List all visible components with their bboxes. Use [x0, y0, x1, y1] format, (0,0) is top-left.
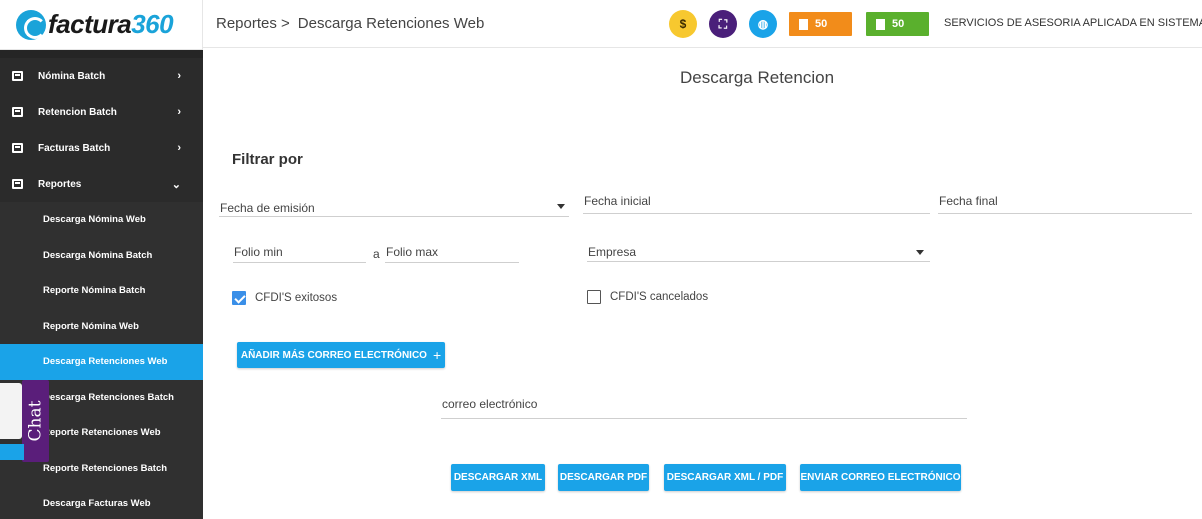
orange-counter-badge[interactable]: 50 [789, 12, 852, 36]
download-xml-pdf-label: DESCARGAR XML / PDF [666, 472, 784, 483]
chevron-right-icon: › [177, 142, 181, 154]
folio-max-input[interactable]: Folio max [385, 243, 519, 263]
download-xml-label: DESCARGAR XML [453, 472, 543, 483]
list-icon [12, 71, 23, 81]
sidebar-subitem-label: Reporte Retenciones Web [43, 427, 161, 439]
list-icon [12, 143, 23, 153]
green-counter-value: 50 [892, 18, 905, 30]
download-pdf-label: DESCARGAR PDF [559, 472, 648, 483]
sidebar-item-label: Facturas Batch [38, 142, 111, 154]
sidebar-subitem-descarga-nomina-web[interactable]: Descarga Nómina Web [0, 202, 203, 238]
sidebar-subitem-label: Descarga Retenciones Batch [43, 391, 174, 403]
brand-logo[interactable]: factura360 [0, 0, 203, 50]
start-date-input[interactable]: Fecha inicial [583, 191, 930, 214]
chat-widget-button[interactable] [0, 444, 24, 460]
start-date-label: Fecha inicial [584, 194, 651, 208]
send-email-button[interactable]: ENVIAR CORREO ELECTRÓNICO [800, 464, 961, 491]
cancelled-checkbox-label: CFDI'S cancelados [610, 291, 709, 303]
add-email-button[interactable]: AÑADIR MÁS CORREO ELECTRÓNICO + [237, 342, 445, 368]
sidebar-subitem-label: Descarga Retenciones Web [43, 356, 168, 368]
logo-mark-icon [16, 9, 46, 40]
sidebar-subitem-label: Descarga Nómina Batch [43, 249, 153, 261]
sidebar-item-label: Nómina Batch [38, 70, 106, 82]
logo-text: factura360 [48, 9, 174, 39]
download-pdf-button[interactable]: DESCARGAR PDF [558, 464, 649, 491]
company-name[interactable]: SERVICIOS DE ASESORIA APLICADA EN SISTEM… [944, 17, 1202, 29]
download-xml-button[interactable]: DESCARGAR XML [451, 464, 545, 491]
end-date-label: Fecha final [939, 194, 998, 208]
sidebar-subitem-label: Descarga Nómina Web [43, 214, 146, 226]
sidebar-subitem-descarga-nomina-batch[interactable]: Descarga Nómina Batch [0, 237, 203, 273]
add-email-label: AÑADIR MÁS CORREO ELECTRÓNICO [240, 349, 427, 361]
sidebar-item-label: Reportes [38, 178, 82, 190]
sidebar-item-facturas-batch[interactable]: Facturas Batch › [0, 130, 203, 166]
sidebar-subitem-descarga-facturas-web[interactable]: Descarga Facturas Web [0, 486, 203, 519]
company-select-value: Empresa [588, 245, 637, 259]
folio-separator: a [373, 247, 380, 261]
sidebar-subitem-reporte-nomina-web[interactable]: Reporte Nómina Web [0, 308, 203, 344]
checkbox-unchecked-icon [587, 290, 601, 304]
sidebar-subitem-label: Reporte Retenciones Batch [43, 462, 168, 474]
dropdown-caret-icon [916, 250, 924, 255]
dropdown-caret-icon [557, 204, 565, 209]
sidebar-item-retencion-batch[interactable]: Retencion Batch › [0, 94, 203, 130]
documents-icon [876, 18, 885, 30]
filter-heading: Filtrar por [232, 151, 303, 168]
end-date-input[interactable]: Fecha final [938, 191, 1192, 214]
green-counter-badge[interactable]: 50 [866, 12, 929, 36]
globe-icon[interactable]: ◍ [749, 10, 777, 38]
chevron-right-icon: › [177, 106, 181, 118]
document-icon [799, 18, 808, 30]
folio-max-label: Folio max [386, 245, 439, 259]
chevron-right-icon: › [177, 70, 181, 82]
cancelled-checkbox[interactable]: CFDI'S cancelados [587, 290, 708, 304]
page-title: Descarga Retencion [680, 68, 835, 87]
sidebar-item-nomina-batch[interactable]: Nómina Batch › [0, 58, 203, 94]
chevron-down-icon: ⌄ [171, 179, 181, 191]
dollar-glyph: $ [679, 17, 687, 31]
plus-icon: + [432, 347, 442, 363]
sidebar-subitem-label: Reporte Nómina Batch [43, 285, 146, 297]
dollar-icon[interactable]: $ [669, 10, 697, 38]
download-xml-pdf-button[interactable]: DESCARGAR XML / PDF [664, 464, 786, 491]
folio-min-label: Folio min [234, 245, 283, 259]
chat-label: Chat [25, 400, 46, 442]
sidebar-spacer [0, 50, 203, 58]
sidebar-item-label: Retencion Batch [38, 106, 117, 118]
success-checkbox-label: CFDI'S exitosos [255, 292, 338, 304]
orange-counter-value: 50 [815, 18, 828, 30]
sidebar-subitem-label: Reporte Nómina Web [43, 320, 139, 332]
breadcrumb-current: Descarga Retenciones Web [297, 15, 485, 32]
sidebar-subitem-descarga-retenciones-web[interactable]: Descarga Retenciones Web [0, 344, 203, 380]
email-input[interactable]: correo electrónico [441, 396, 967, 419]
sidebar-subitem-label: Descarga Facturas Web [43, 498, 151, 510]
checkbox-checked-icon [232, 291, 246, 305]
sidebar-subitem-reporte-nomina-batch[interactable]: Reporte Nómina Batch [0, 273, 203, 309]
chat-widget-panel[interactable] [0, 383, 22, 439]
sidebar-item-reportes[interactable]: Reportes ⌄ [0, 166, 203, 202]
date-type-select[interactable]: Fecha de emisión [219, 196, 569, 217]
folio-min-input[interactable]: Folio min [233, 243, 366, 263]
email-input-label: correo electrónico [442, 397, 538, 411]
chat-tab[interactable]: Chat [22, 380, 49, 462]
company-select[interactable]: Empresa [587, 243, 930, 262]
breadcrumb[interactable]: Reportes > [216, 15, 290, 32]
success-checkbox[interactable]: CFDI'S exitosos [232, 291, 337, 305]
header-actions: $ ⛶ ◍ 50 50 [669, 10, 939, 38]
expand-icon[interactable]: ⛶ [709, 10, 737, 38]
list-icon [12, 107, 23, 117]
send-email-label: ENVIAR CORREO ELECTRÓNICO [800, 472, 961, 483]
date-type-value: Fecha de emisión [220, 201, 315, 215]
calendar-icon [12, 179, 23, 189]
top-header: Reportes > Descarga Retenciones Web $ ⛶ … [203, 0, 1202, 48]
